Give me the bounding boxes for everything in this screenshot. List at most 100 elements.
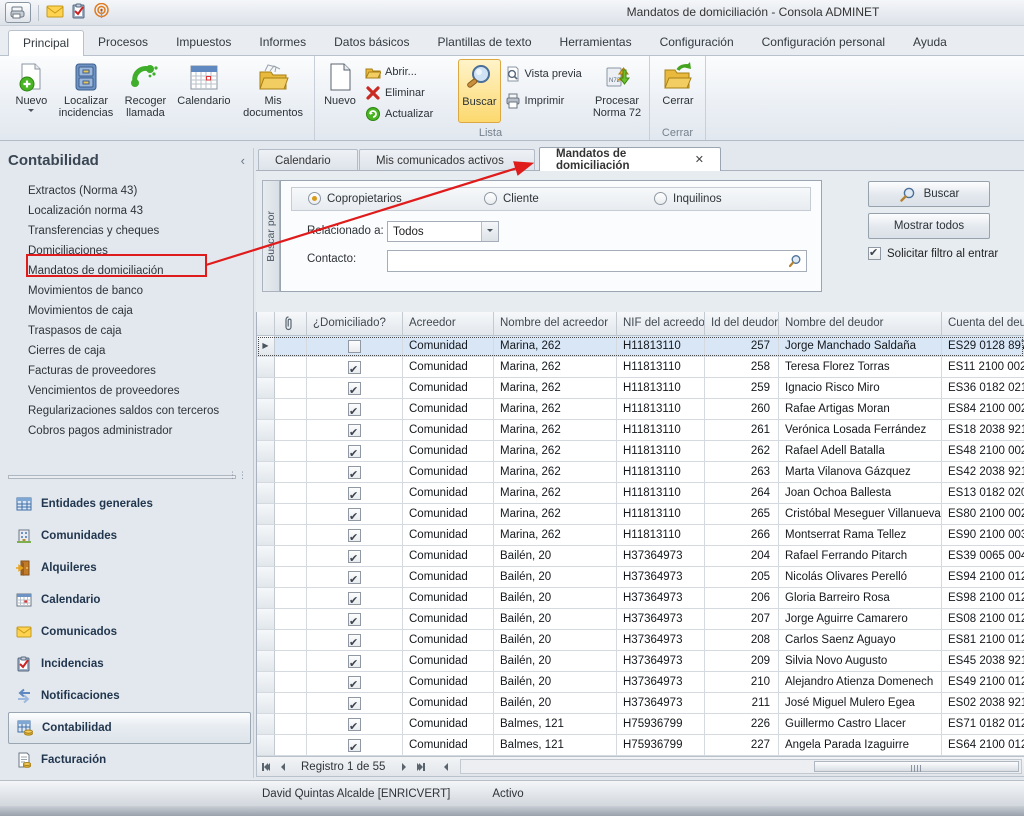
print-button[interactable]: Imprimir <box>501 92 587 110</box>
table-row[interactable]: Comunidad Bailén, 20 H37364973 208 Carlo… <box>257 630 1024 651</box>
table-row[interactable]: Comunidad Balmes, 121 H75936799 226 Guil… <box>257 714 1024 735</box>
domiciliado-checkbox[interactable] <box>348 424 361 437</box>
table-row[interactable]: Comunidad Marina, 262 H11813110 259 Igna… <box>257 378 1024 399</box>
mostrar-todos-button[interactable]: Mostrar todos <box>868 213 990 239</box>
sidebar-item[interactable]: Mandatos de domiciliación <box>8 261 251 281</box>
sidebar-item[interactable]: Transferencias y cheques <box>8 221 251 241</box>
new-record-button[interactable]: Nuevo <box>319 59 361 123</box>
table-row[interactable]: Comunidad Bailén, 20 H37364973 207 Jorge… <box>257 609 1024 630</box>
radio-copropietarios[interactable]: Copropietarios <box>308 192 402 205</box>
domiciliado-checkbox[interactable] <box>348 697 361 710</box>
domiciliado-checkbox[interactable] <box>348 592 361 605</box>
domiciliado-checkbox[interactable] <box>348 613 361 626</box>
nav-item-entidades[interactable]: Entidades generales <box>8 488 251 520</box>
locate-incidents-button[interactable]: Localizar incidencias <box>55 59 117 123</box>
nav-item-contabilidad[interactable]: Contabilidad <box>8 712 251 744</box>
domiciliado-checkbox[interactable] <box>348 466 361 479</box>
table-row[interactable]: Comunidad Bailén, 20 H37364973 204 Rafae… <box>257 546 1024 567</box>
checkbox-icon[interactable] <box>868 247 881 260</box>
table-row[interactable]: Comunidad Marina, 262 H11813110 257 Jorg… <box>257 336 1024 357</box>
incidents-icon[interactable] <box>71 3 86 22</box>
last-record-button[interactable] <box>412 759 429 774</box>
new-button[interactable]: Nuevo <box>8 59 55 123</box>
sidebar-item[interactable]: Localización norma 43 <box>8 201 251 221</box>
collapse-icon[interactable]: ‹ <box>235 153 251 168</box>
domiciliado-checkbox[interactable] <box>348 718 361 731</box>
menu-tab[interactable]: Principal <box>8 30 84 56</box>
table-row[interactable]: Comunidad Marina, 262 H11813110 265 Cris… <box>257 504 1024 525</box>
lookup-icon[interactable] <box>785 252 805 270</box>
sidebar-item[interactable]: Regularizaciones saldos con terceros <box>8 401 251 421</box>
nav-item-facturacion[interactable]: Facturación <box>8 744 251 776</box>
domiciliado-checkbox[interactable] <box>348 445 361 458</box>
menu-tab[interactable]: Impuestos <box>162 30 245 55</box>
next-record-button[interactable] <box>395 759 412 774</box>
buscar-por-vertical-tab[interactable]: Buscar por <box>262 180 280 292</box>
radio-cliente[interactable]: Cliente <box>484 192 539 205</box>
menu-tab[interactable]: Ayuda <box>899 30 961 55</box>
domiciliado-checkbox[interactable] <box>348 340 361 353</box>
nav-item-calendario[interactable]: Calendario <box>8 584 251 616</box>
column-header[interactable]: Acreedor <box>403 312 494 336</box>
menu-tab[interactable]: Configuración <box>646 30 748 55</box>
contacto-input[interactable] <box>388 251 785 271</box>
table-row[interactable]: Comunidad Marina, 262 H11813110 263 Mart… <box>257 462 1024 483</box>
mail-icon[interactable] <box>46 5 64 21</box>
app-icon[interactable] <box>5 2 31 23</box>
domiciliado-checkbox[interactable] <box>348 382 361 395</box>
table-row[interactable]: Comunidad Balmes, 121 H75936799 227 Ange… <box>257 735 1024 756</box>
relacionado-dropdown[interactable]: Todos <box>387 221 499 242</box>
doc-tab-mandatos[interactable]: Mandatos de domiciliación ✕ <box>539 147 721 171</box>
menu-tab[interactable]: Herramientas <box>546 30 646 55</box>
menu-tab[interactable]: Informes <box>245 30 320 55</box>
close-tab-icon[interactable]: ✕ <box>695 153 704 166</box>
table-row[interactable]: Comunidad Marina, 262 H11813110 258 Tere… <box>257 357 1024 378</box>
menu-tab[interactable]: Plantillas de texto <box>423 30 545 55</box>
nav-item-comunicados[interactable]: Comunicados <box>8 616 251 648</box>
sidebar-item[interactable]: Cobros pagos administrador <box>8 421 251 441</box>
open-button[interactable]: Abrir... <box>361 63 458 81</box>
menu-tab[interactable]: Procesos <box>84 30 162 55</box>
refresh-button[interactable]: Actualizar <box>361 105 458 123</box>
column-header[interactable]: ¿Domiciliado? <box>307 312 403 336</box>
menu-tab[interactable]: Configuración personal <box>748 30 899 55</box>
sidebar-item[interactable]: Facturas de proveedores <box>8 361 251 381</box>
table-row[interactable]: Comunidad Marina, 262 H11813110 260 Rafa… <box>257 399 1024 420</box>
horizontal-scrollbar[interactable] <box>460 759 1022 774</box>
solicitar-filtro-checkbox-row[interactable]: Solicitar filtro al entrar <box>868 247 998 260</box>
table-row[interactable]: Comunidad Bailén, 20 H37364973 205 Nicol… <box>257 567 1024 588</box>
buscar-filter-button[interactable]: Buscar <box>868 181 990 207</box>
table-row[interactable]: Comunidad Marina, 262 H11813110 262 Rafa… <box>257 441 1024 462</box>
nav-item-notificaciones[interactable]: Notificaciones <box>8 680 251 712</box>
table-row[interactable]: Comunidad Marina, 262 H11813110 266 Mont… <box>257 525 1024 546</box>
domiciliado-checkbox[interactable] <box>348 550 361 563</box>
broadcast-icon[interactable] <box>93 3 110 22</box>
attachment-column-header[interactable] <box>275 312 307 336</box>
nav-item-incidencias[interactable]: Incidencias <box>8 648 251 680</box>
menu-tab[interactable]: Datos básicos <box>320 30 423 55</box>
delete-button[interactable]: Eliminar <box>361 84 458 102</box>
sidebar-item[interactable]: Vencimientos de proveedores <box>8 381 251 401</box>
column-header[interactable]: NIF del acreedor <box>617 312 705 336</box>
radio-inquilinos[interactable]: Inquilinos <box>654 192 722 205</box>
dropdown-arrow-icon[interactable] <box>481 222 498 241</box>
sidebar-splitter[interactable]: ⋮⋮ <box>8 472 250 481</box>
nav-item-comunidades[interactable]: Comunidades <box>8 520 251 552</box>
domiciliado-checkbox[interactable] <box>348 676 361 689</box>
my-documents-button[interactable]: Mis documentos <box>234 59 312 123</box>
sidebar-item[interactable]: Movimientos de banco <box>8 281 251 301</box>
domiciliado-checkbox[interactable] <box>348 739 361 752</box>
doc-tab-calendario[interactable]: Calendario <box>258 149 358 171</box>
nav-item-alquileres[interactable]: Alquileres <box>8 552 251 584</box>
scroll-left-button[interactable] <box>437 759 454 774</box>
table-row[interactable]: Comunidad Bailén, 20 H37364973 206 Glori… <box>257 588 1024 609</box>
table-row[interactable]: Comunidad Bailén, 20 H37364973 211 José … <box>257 693 1024 714</box>
table-row[interactable]: Comunidad Marina, 262 H11813110 261 Veró… <box>257 420 1024 441</box>
scrollbar-thumb[interactable] <box>814 761 1019 772</box>
domiciliado-checkbox[interactable] <box>348 487 361 500</box>
table-row[interactable]: Comunidad Bailén, 20 H37364973 209 Silvi… <box>257 651 1024 672</box>
table-row[interactable]: Comunidad Marina, 262 H11813110 264 Joan… <box>257 483 1024 504</box>
sidebar-item[interactable]: Movimientos de caja <box>8 301 251 321</box>
preview-button[interactable]: Vista previa <box>501 65 587 83</box>
domiciliado-checkbox[interactable] <box>348 634 361 647</box>
